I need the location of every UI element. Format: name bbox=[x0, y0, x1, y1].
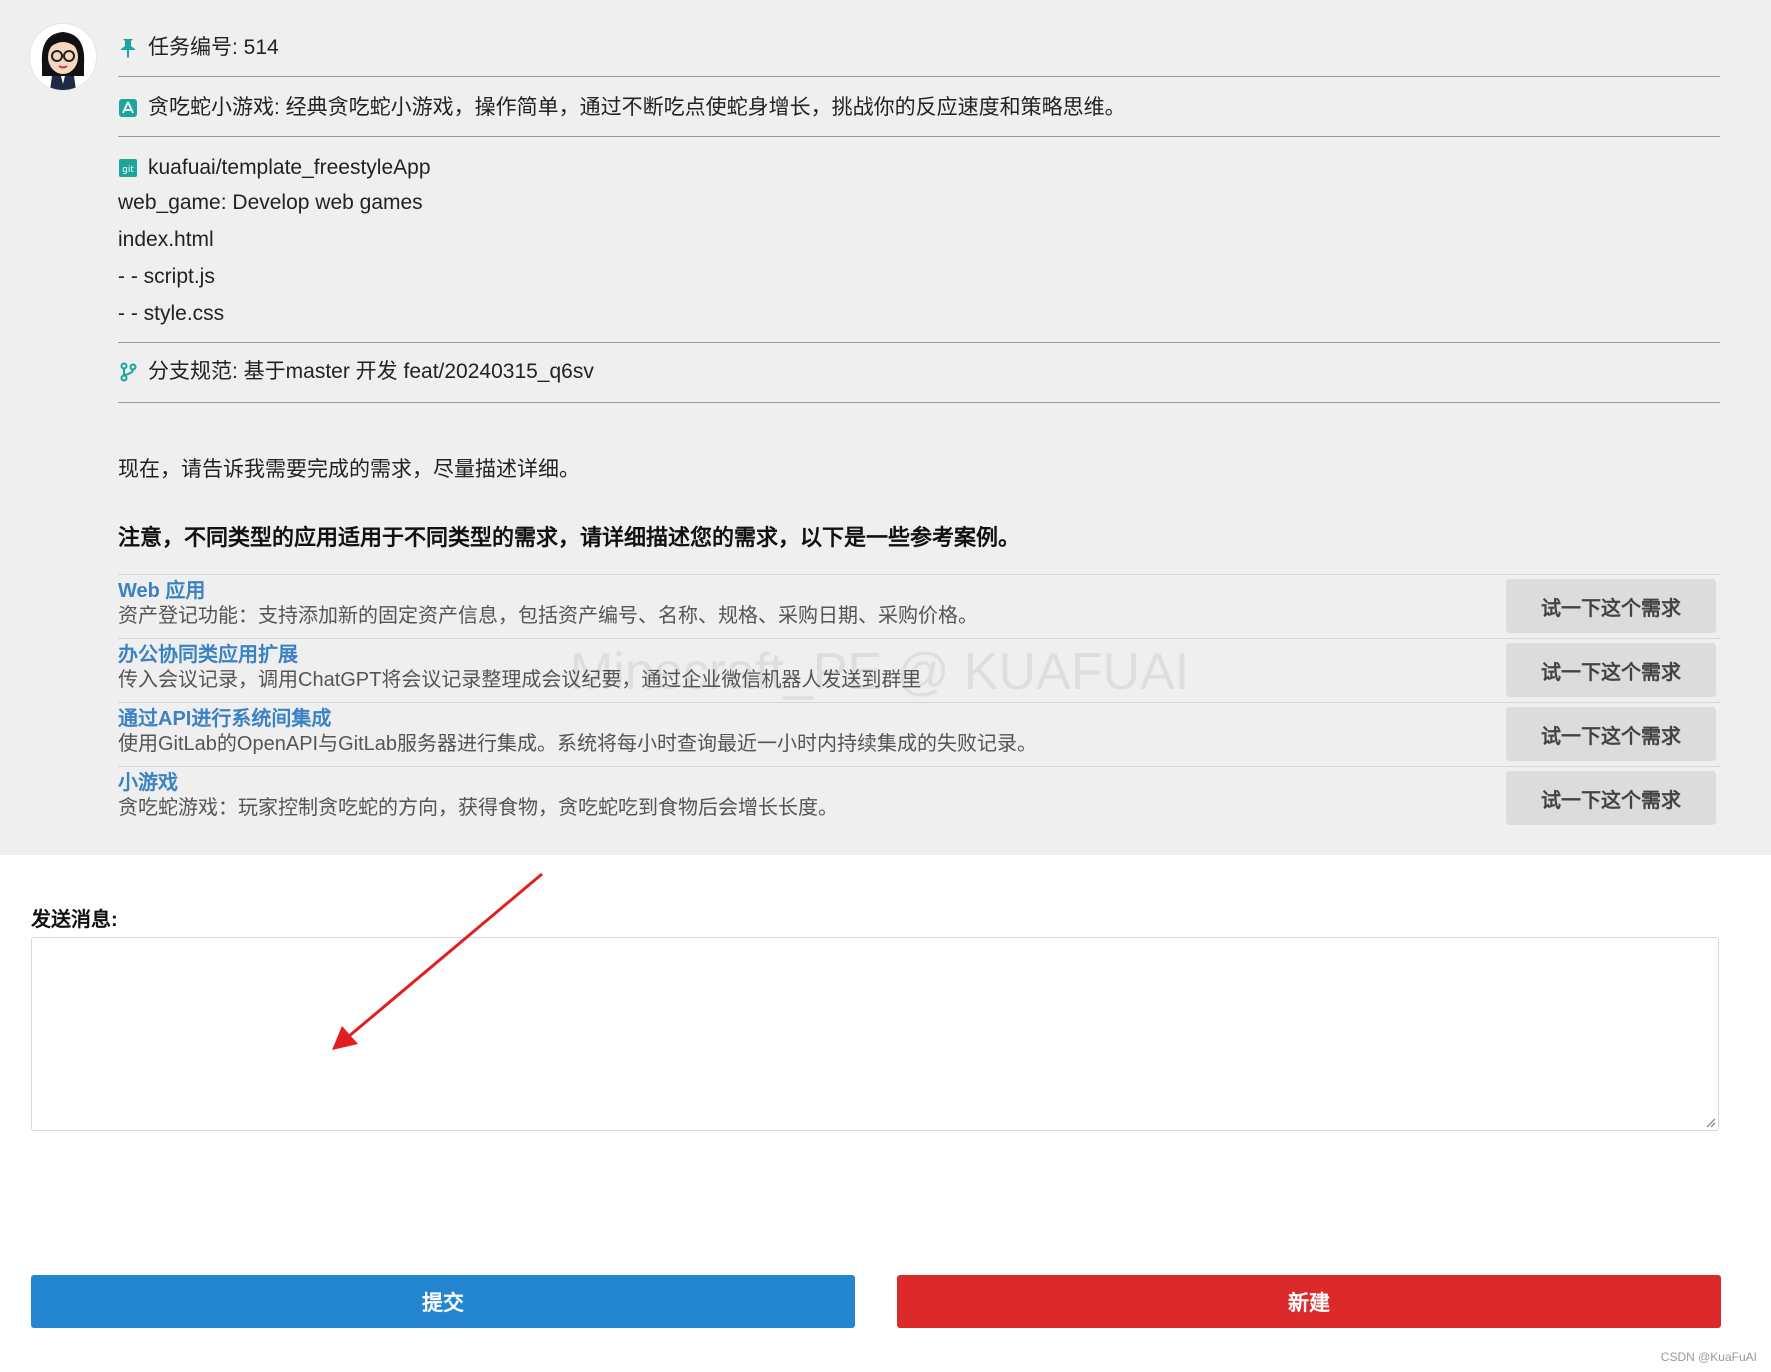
note-text: 注意，不同类型的应用适用于不同类型的需求，请详细描述您的需求，以下是一些参考案例… bbox=[118, 525, 1021, 550]
message-input[interactable] bbox=[31, 937, 1719, 1131]
branch-rule: 分支规范: 基于master 开发 feat/20240315_q6sv bbox=[148, 360, 594, 383]
divider bbox=[118, 402, 1720, 403]
example-title: 办公协同类应用扩展 bbox=[118, 644, 298, 666]
avatar-icon bbox=[30, 24, 96, 90]
try-example-button[interactable]: 试一下这个需求 bbox=[1506, 643, 1716, 697]
example-item: 小游戏 贪吃蛇游戏：玩家控制贪吃蛇的方向，获得食物，贪吃蛇吃到食物后会增长长度。… bbox=[118, 766, 1720, 831]
example-description: 使用GitLab的OpenAPI与GitLab服务器进行集成。系统将每小时查询最… bbox=[118, 733, 1038, 755]
divider bbox=[118, 76, 1720, 77]
example-title: 小游戏 bbox=[118, 772, 178, 794]
divider bbox=[118, 136, 1720, 137]
app-row: 贪吃蛇小游戏: 经典贪吃蛇小游戏，操作简单，通过不断吃点使蛇身增长，挑战你的反应… bbox=[118, 93, 1720, 123]
example-title: Web 应用 bbox=[118, 580, 206, 602]
example-description: 贪吃蛇游戏：玩家控制贪吃蛇的方向，获得食物，贪吃蛇吃到食物后会增长长度。 bbox=[118, 797, 838, 819]
new-button[interactable]: 新建 bbox=[897, 1275, 1721, 1328]
credit-text: CSDN @KuaFuAI bbox=[1660, 1350, 1757, 1364]
repo-name: kuafuai/template_freestyleApp bbox=[148, 156, 431, 179]
example-description: 资产登记功能：支持添加新的固定资产信息，包括资产编号、名称、规格、采购日期、采购… bbox=[118, 605, 978, 627]
branch-icon bbox=[118, 362, 138, 382]
example-item: 通过API进行系统间集成 使用GitLab的OpenAPI与GitLab服务器进… bbox=[118, 702, 1720, 767]
red-arrow-annotation bbox=[332, 872, 543, 1050]
example-item: Web 应用 资产登记功能：支持添加新的固定资产信息，包括资产编号、名称、规格、… bbox=[118, 574, 1720, 639]
repo-line: index.html bbox=[118, 228, 214, 251]
branch-row: 分支规范: 基于master 开发 feat/20240315_q6sv bbox=[118, 357, 1720, 387]
repo-line: - - script.js bbox=[118, 265, 215, 288]
repo-line: - - style.css bbox=[118, 302, 225, 325]
send-message-label: 发送消息: bbox=[31, 909, 118, 931]
git-icon: git bbox=[118, 158, 138, 178]
try-example-button[interactable]: 试一下这个需求 bbox=[1506, 707, 1716, 761]
app-description: 贪吃蛇小游戏: 经典贪吃蛇小游戏，操作简单，通过不断吃点使蛇身增长，挑战你的反应… bbox=[148, 96, 1126, 119]
chat-panel: 任务编号: 514 贪吃蛇小游戏: 经典贪吃蛇小游戏，操作简单，通过不断吃点使蛇… bbox=[0, 0, 1771, 855]
task-id-row: 任务编号: 514 bbox=[118, 33, 1720, 63]
svg-text:git: git bbox=[122, 165, 134, 175]
example-description: 传入会议记录，调用ChatGPT将会议记录整理成会议纪要，通过企业微信机器人发送… bbox=[118, 669, 922, 691]
assistant-avatar bbox=[30, 24, 96, 90]
divider bbox=[118, 342, 1720, 343]
app-store-icon bbox=[118, 98, 138, 118]
resize-grip-icon[interactable] bbox=[1706, 1118, 1716, 1128]
pin-icon bbox=[118, 38, 138, 58]
try-example-button[interactable]: 试一下这个需求 bbox=[1506, 579, 1716, 633]
repo-line: web_game: Develop web games bbox=[118, 191, 423, 214]
task-id-label: 任务编号: 514 bbox=[148, 36, 279, 59]
repo-row: git kuafuai/template_freestyleApp bbox=[118, 153, 1720, 183]
try-example-button[interactable]: 试一下这个需求 bbox=[1506, 771, 1716, 825]
example-title: 通过API进行系统间集成 bbox=[118, 708, 332, 730]
prompt-text: 现在，请告诉我需要完成的需求，尽量描述详细。 bbox=[118, 458, 580, 481]
example-item: 办公协同类应用扩展 传入会议记录，调用ChatGPT将会议记录整理成会议纪要，通… bbox=[118, 638, 1720, 703]
submit-button[interactable]: 提交 bbox=[31, 1275, 855, 1328]
